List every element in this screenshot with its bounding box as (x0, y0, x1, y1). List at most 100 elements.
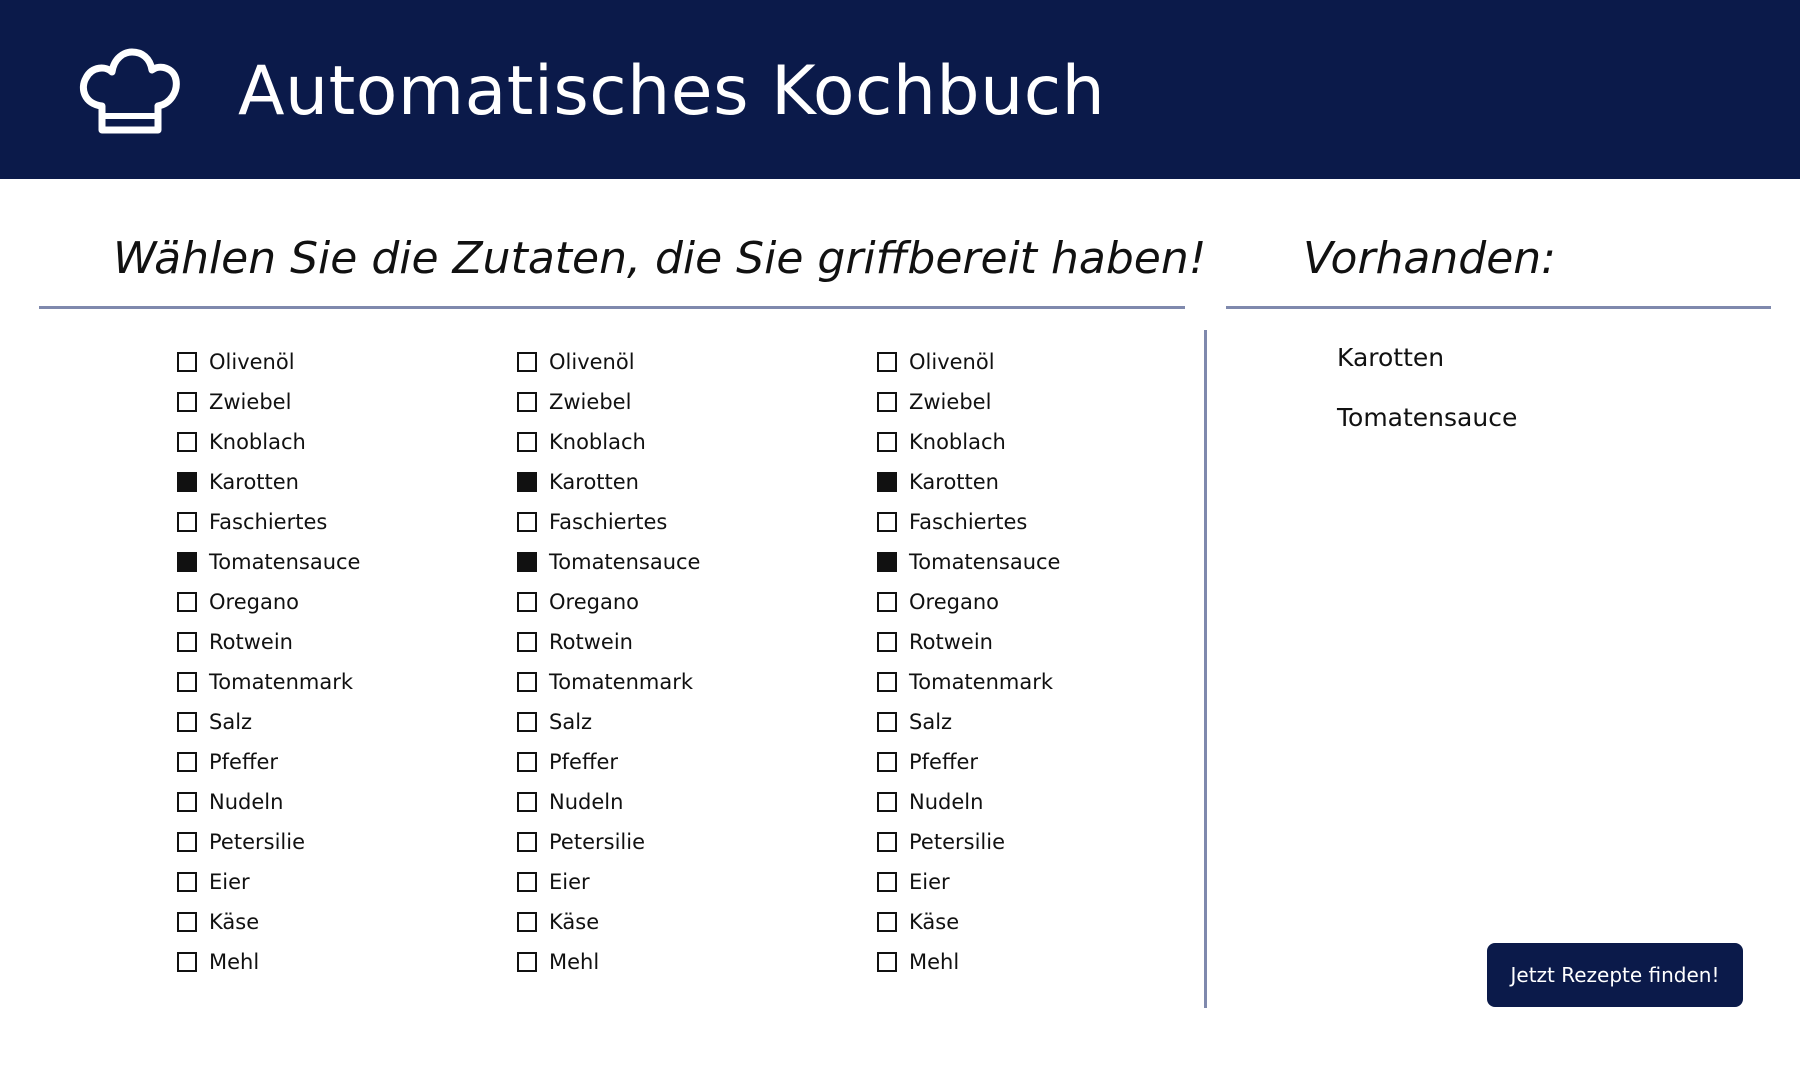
ingredient-checkbox[interactable] (877, 792, 897, 812)
ingredient-option[interactable]: Eier (177, 862, 360, 902)
ingredient-option[interactable]: Tomatenmark (517, 662, 700, 702)
find-recipes-button[interactable]: Jetzt Rezepte finden! (1487, 943, 1743, 1007)
ingredient-checkbox[interactable] (177, 792, 197, 812)
ingredient-checkbox[interactable] (177, 752, 197, 772)
ingredient-option[interactable]: Nudeln (517, 782, 700, 822)
ingredient-checkbox[interactable] (517, 552, 537, 572)
ingredient-option[interactable]: Faschiertes (877, 502, 1060, 542)
ingredient-checkbox[interactable] (877, 472, 897, 492)
ingredient-option[interactable]: Pfeffer (517, 742, 700, 782)
ingredient-option[interactable]: Tomatenmark (177, 662, 360, 702)
ingredient-checkbox[interactable] (517, 352, 537, 372)
ingredient-checkbox[interactable] (177, 912, 197, 932)
ingredient-option[interactable]: Tomatensauce (517, 542, 700, 582)
ingredient-option[interactable]: Faschiertes (517, 502, 700, 542)
ingredient-option[interactable]: Pfeffer (877, 742, 1060, 782)
ingredient-checkbox[interactable] (517, 712, 537, 732)
ingredient-option[interactable]: Käse (517, 902, 700, 942)
ingredient-option[interactable]: Oregano (517, 582, 700, 622)
ingredient-option[interactable]: Petersilie (177, 822, 360, 862)
ingredient-checkbox[interactable] (517, 792, 537, 812)
ingredient-option[interactable]: Petersilie (517, 822, 700, 862)
ingredient-checkbox[interactable] (877, 632, 897, 652)
ingredient-checkbox[interactable] (877, 952, 897, 972)
ingredient-checkbox[interactable] (177, 392, 197, 412)
ingredient-checkbox[interactable] (177, 872, 197, 892)
ingredient-checkbox[interactable] (517, 392, 537, 412)
ingredient-checkbox[interactable] (177, 552, 197, 572)
ingredient-label: Tomatenmark (209, 670, 354, 694)
ingredient-checkbox[interactable] (517, 872, 537, 892)
ingredient-checkbox[interactable] (877, 672, 897, 692)
ingredient-checkbox[interactable] (877, 352, 897, 372)
ingredient-option[interactable]: Olivenöl (877, 342, 1060, 382)
ingredient-option[interactable]: Zwiebel (877, 382, 1060, 422)
ingredient-checkbox[interactable] (877, 752, 897, 772)
ingredient-checkbox[interactable] (177, 832, 197, 852)
ingredient-label: Käse (549, 910, 600, 934)
ingredient-checkbox[interactable] (877, 912, 897, 932)
ingredient-option[interactable]: Oregano (877, 582, 1060, 622)
ingredient-checkbox[interactable] (517, 592, 537, 612)
ingredient-checkbox[interactable] (877, 872, 897, 892)
ingredient-option[interactable]: Mehl (877, 942, 1060, 982)
ingredient-option[interactable]: Salz (517, 702, 700, 742)
ingredient-option[interactable]: Knoblach (517, 422, 700, 462)
ingredient-checkbox[interactable] (517, 432, 537, 452)
ingredient-option[interactable]: Nudeln (877, 782, 1060, 822)
ingredient-option[interactable]: Tomatensauce (877, 542, 1060, 582)
ingredient-option[interactable]: Pfeffer (177, 742, 360, 782)
ingredient-option[interactable]: Rotwein (517, 622, 700, 662)
ingredient-option[interactable]: Salz (177, 702, 360, 742)
ingredient-option[interactable]: Mehl (517, 942, 700, 982)
ingredient-option[interactable]: Salz (877, 702, 1060, 742)
ingredient-checkbox[interactable] (177, 592, 197, 612)
ingredient-checkbox[interactable] (517, 912, 537, 932)
ingredient-option[interactable]: Zwiebel (517, 382, 700, 422)
ingredient-checkbox[interactable] (177, 632, 197, 652)
ingredient-checkbox[interactable] (177, 472, 197, 492)
ingredient-checkbox[interactable] (177, 672, 197, 692)
ingredient-checkbox[interactable] (877, 512, 897, 532)
ingredient-option[interactable]: Eier (517, 862, 700, 902)
ingredient-option[interactable]: Eier (877, 862, 1060, 902)
ingredient-option[interactable]: Käse (177, 902, 360, 942)
ingredient-option[interactable]: Käse (877, 902, 1060, 942)
ingredient-checkbox[interactable] (517, 632, 537, 652)
ingredient-option[interactable]: Tomatenmark (877, 662, 1060, 702)
ingredient-option[interactable]: Tomatensauce (177, 542, 360, 582)
ingredient-option[interactable]: Mehl (177, 942, 360, 982)
ingredient-option[interactable]: Oregano (177, 582, 360, 622)
ingredient-option[interactable]: Knoblach (177, 422, 360, 462)
ingredient-option[interactable]: Nudeln (177, 782, 360, 822)
ingredient-option[interactable]: Rotwein (877, 622, 1060, 662)
ingredient-checkbox[interactable] (517, 672, 537, 692)
ingredient-option[interactable]: Karotten (517, 462, 700, 502)
ingredients-divider (39, 306, 1185, 309)
ingredient-checkbox[interactable] (177, 512, 197, 532)
ingredient-checkbox[interactable] (877, 712, 897, 732)
ingredient-option[interactable]: Karotten (877, 462, 1060, 502)
ingredient-checkbox[interactable] (517, 952, 537, 972)
ingredient-option[interactable]: Olivenöl (517, 342, 700, 382)
ingredient-checkbox[interactable] (517, 752, 537, 772)
ingredient-option[interactable]: Petersilie (877, 822, 1060, 862)
ingredient-checkbox[interactable] (177, 432, 197, 452)
ingredient-checkbox[interactable] (877, 832, 897, 852)
ingredient-checkbox[interactable] (877, 432, 897, 452)
ingredient-checkbox[interactable] (517, 832, 537, 852)
ingredient-checkbox[interactable] (517, 472, 537, 492)
ingredient-checkbox[interactable] (877, 592, 897, 612)
ingredient-option[interactable]: Olivenöl (177, 342, 360, 382)
ingredient-option[interactable]: Zwiebel (177, 382, 360, 422)
ingredient-option[interactable]: Knoblach (877, 422, 1060, 462)
ingredient-checkbox[interactable] (177, 712, 197, 732)
ingredient-checkbox[interactable] (517, 512, 537, 532)
ingredient-option[interactable]: Karotten (177, 462, 360, 502)
ingredient-option[interactable]: Faschiertes (177, 502, 360, 542)
ingredient-checkbox[interactable] (877, 392, 897, 412)
ingredient-checkbox[interactable] (177, 352, 197, 372)
ingredient-option[interactable]: Rotwein (177, 622, 360, 662)
ingredient-checkbox[interactable] (877, 552, 897, 572)
ingredient-checkbox[interactable] (177, 952, 197, 972)
